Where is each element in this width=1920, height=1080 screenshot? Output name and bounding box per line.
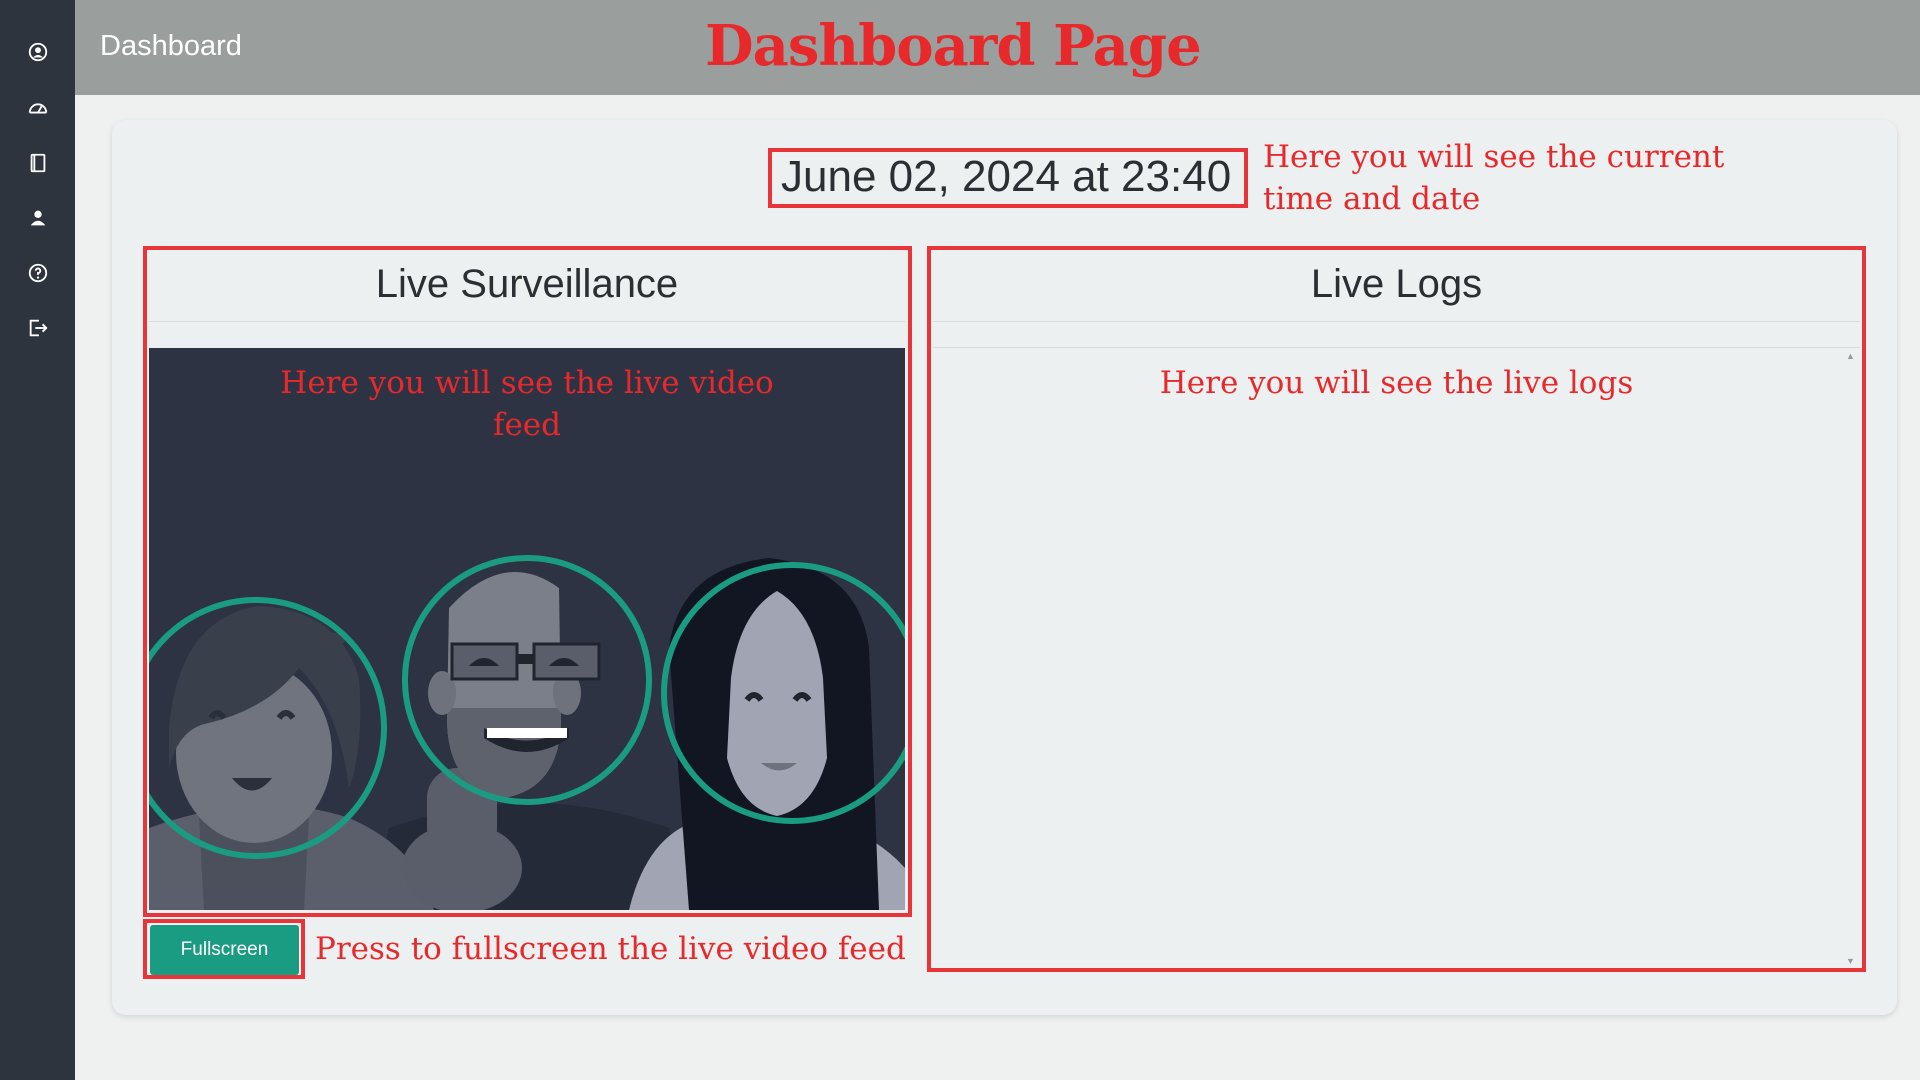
logout-icon[interactable] <box>24 314 51 341</box>
datetime-annotation-line2: time and date <box>1263 181 1481 217</box>
current-datetime: June 02, 2024 at 23:40 <box>781 152 1232 201</box>
datetime-annotation-line1: Here you will see the current <box>1263 139 1725 175</box>
surveillance-divider <box>149 321 905 322</box>
video-annotation-line2: feed <box>492 407 561 443</box>
logs-area[interactable] <box>933 347 1860 967</box>
fullscreen-button[interactable]: Fullscreen <box>150 925 299 975</box>
video-annotation-line1: Here you will see the live video <box>280 365 774 401</box>
datetime-annotation: Here you will see the current time and d… <box>1263 136 1724 220</box>
video-annotation: Here you will see the live video feed <box>149 362 905 446</box>
page-title: Dashboard <box>100 30 242 62</box>
help-icon[interactable] <box>24 259 51 286</box>
logs-area-top-border <box>933 347 1860 348</box>
fullscreen-annotation: Press to fullscreen the live video feed <box>315 931 906 967</box>
dashboard-gauge-icon[interactable] <box>24 94 51 121</box>
surveillance-title: Live Surveillance <box>375 262 679 306</box>
logs-annotation: Here you will see the live logs <box>1159 365 1634 401</box>
scroll-down-arrow-icon[interactable]: ▼ <box>1846 957 1855 966</box>
sidebar <box>0 0 75 1080</box>
book-icon[interactable] <box>24 149 51 176</box>
scroll-up-arrow-icon[interactable]: ▲ <box>1846 352 1855 361</box>
user-circle-icon[interactable] <box>24 38 51 65</box>
annotation-heading: Dashboard Page <box>705 13 1202 79</box>
user-icon[interactable] <box>24 204 51 231</box>
logs-divider <box>933 321 1860 322</box>
logs-title: Live Logs <box>1310 262 1483 306</box>
